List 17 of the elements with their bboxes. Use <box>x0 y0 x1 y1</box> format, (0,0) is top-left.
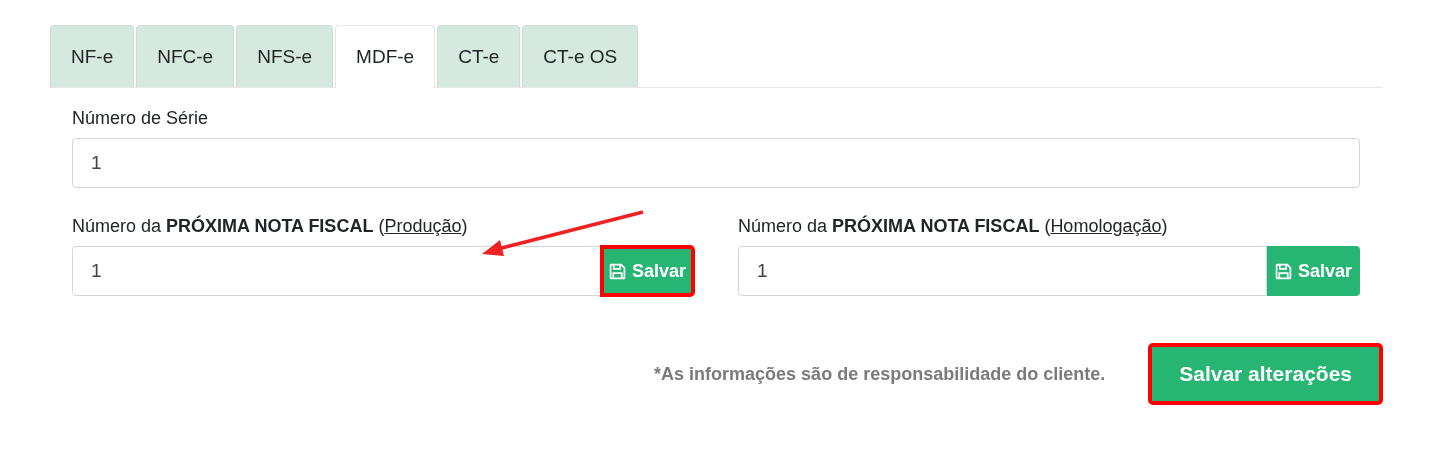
closing-paren: ) <box>1161 216 1168 236</box>
field-label: Número da PRÓXIMA NOTA FISCAL ( <box>72 216 385 236</box>
field-label: Número da PRÓXIMA NOTA FISCAL ( <box>738 216 1051 236</box>
input-field[interactable]: 1 <box>72 246 601 296</box>
field-label: Número de Série <box>72 108 210 129</box>
input-field[interactable]: 1 <box>72 138 1360 188</box>
environment-link[interactable]: Homologação <box>1050 216 1162 236</box>
tab[interactable]: CT-e OS <box>522 25 639 87</box>
tab[interactable]: CT-e <box>437 25 521 87</box>
closing-paren: ) <box>461 216 468 236</box>
input-field[interactable]: 1 <box>738 246 1267 296</box>
environment-link[interactable]: Produção <box>384 216 462 236</box>
tab[interactable]: NF-e <box>50 25 135 87</box>
tab[interactable]: NFC-e <box>136 25 235 87</box>
tab[interactable]: NFS-e <box>236 25 334 87</box>
disclaimer-note: *As informações são de responsabilidade do cliente. <box>654 363 1106 385</box>
tab[interactable]: MDF-e <box>335 25 436 88</box>
